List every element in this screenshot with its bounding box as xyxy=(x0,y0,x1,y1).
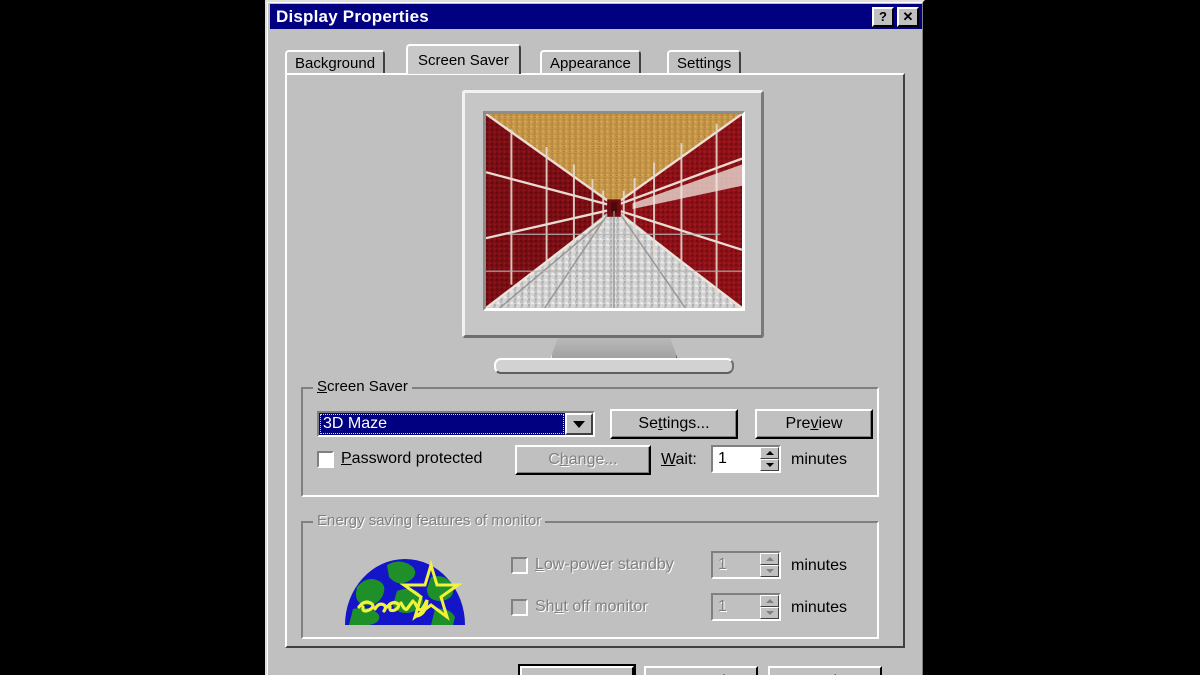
stepper-up-icon xyxy=(760,595,779,607)
window-title: Display Properties xyxy=(276,6,429,26)
screen-saver-group-title-rest: creen Saver xyxy=(327,378,408,395)
screensaver-preview-screen xyxy=(486,114,742,308)
screen-saver-groupbox: Screen Saver 3D Maze Settings... Preview xyxy=(301,378,879,497)
shut-off-monitor-checkbox xyxy=(511,598,528,616)
stepper-down-icon xyxy=(760,565,779,577)
close-icon[interactable]: ✕ xyxy=(897,6,919,27)
tab-background[interactable]: Background xyxy=(285,50,386,74)
settings-button[interactable]: Settings... xyxy=(610,409,738,439)
wait-minutes-stepper[interactable]: 1 xyxy=(711,445,781,473)
settings-button-label: Settings... xyxy=(638,415,710,432)
monitor-preview[interactable] xyxy=(462,90,767,375)
low-power-standby-value: 1 xyxy=(718,556,727,573)
help-icon[interactable]: ? xyxy=(872,6,894,27)
stepper-down-icon[interactable] xyxy=(760,459,779,471)
chevron-down-icon[interactable] xyxy=(565,413,593,435)
monitor-base xyxy=(494,358,734,374)
tab-screen-saver[interactable]: Screen Saver xyxy=(406,44,521,74)
shut-off-monitor-value: 1 xyxy=(718,598,727,615)
shut-off-monitor-row: Shut off monitor xyxy=(511,598,648,616)
title-bar[interactable]: Display Properties ? ✕ xyxy=(270,4,922,29)
maze-scene xyxy=(486,114,742,308)
preview-button-label: Preview xyxy=(785,415,843,432)
stepper-up-icon xyxy=(760,553,779,565)
low-power-standby-checkbox xyxy=(511,556,528,574)
password-protected-row[interactable]: Password protected xyxy=(317,450,482,468)
energy-saving-groupbox: Energy saving features of monitor Low-po… xyxy=(301,512,879,639)
screensaver-select-value: 3D Maze xyxy=(319,413,565,435)
change-password-button-label: Change... xyxy=(548,451,618,468)
apply-button[interactable]: Apply xyxy=(768,666,882,675)
wait-stepper-buttons[interactable] xyxy=(760,447,779,471)
stepper-down-icon xyxy=(760,607,779,619)
low-power-standby-label: Low-power standby xyxy=(535,556,674,573)
low-power-standby-stepper: 1 xyxy=(711,551,781,579)
monitor-neck xyxy=(550,338,678,360)
low-power-standby-units: minutes xyxy=(791,557,848,574)
energy-saving-group-title: Energy saving features of monitor xyxy=(313,512,546,529)
ok-button[interactable]: OK xyxy=(518,664,636,675)
title-bar-buttons: ? ✕ xyxy=(872,6,919,27)
wait-units-label: minutes xyxy=(791,451,848,468)
shut-off-monitor-label: Shut off monitor xyxy=(535,598,648,615)
wait-label: Wait: xyxy=(661,451,697,468)
shut-off-monitor-units: minutes xyxy=(791,599,848,616)
tab-strip: Background Screen Saver Appearance Setti… xyxy=(285,44,905,74)
display-properties-dialog: Display Properties ? ✕ Background Screen… xyxy=(265,0,925,675)
shut-off-monitor-stepper: 1 xyxy=(711,593,781,621)
energy-star-logo xyxy=(339,547,471,625)
change-password-button: Change... xyxy=(515,445,651,475)
wait-minutes-value[interactable]: 1 xyxy=(713,447,760,471)
screenshot-stage: Display Properties ? ✕ Background Screen… xyxy=(0,0,1200,675)
low-power-standby-row: Low-power standby xyxy=(511,556,674,574)
tab-appearance[interactable]: Appearance xyxy=(540,50,641,74)
tab-settings[interactable]: Settings xyxy=(667,50,742,74)
screen-saver-group-title: Screen Saver xyxy=(313,378,412,395)
password-protected-label: Password protected xyxy=(341,450,483,467)
monitor-case xyxy=(462,90,764,338)
monitor-bezel xyxy=(483,111,745,311)
screensaver-select[interactable]: 3D Maze xyxy=(317,411,595,437)
stepper-up-icon[interactable] xyxy=(760,447,779,459)
password-protected-checkbox[interactable] xyxy=(317,450,334,468)
screen-saver-tab-page: Screen Saver 3D Maze Settings... Preview xyxy=(285,73,905,648)
preview-button[interactable]: Preview xyxy=(755,409,873,439)
cancel-button[interactable]: Cancel xyxy=(644,666,758,675)
